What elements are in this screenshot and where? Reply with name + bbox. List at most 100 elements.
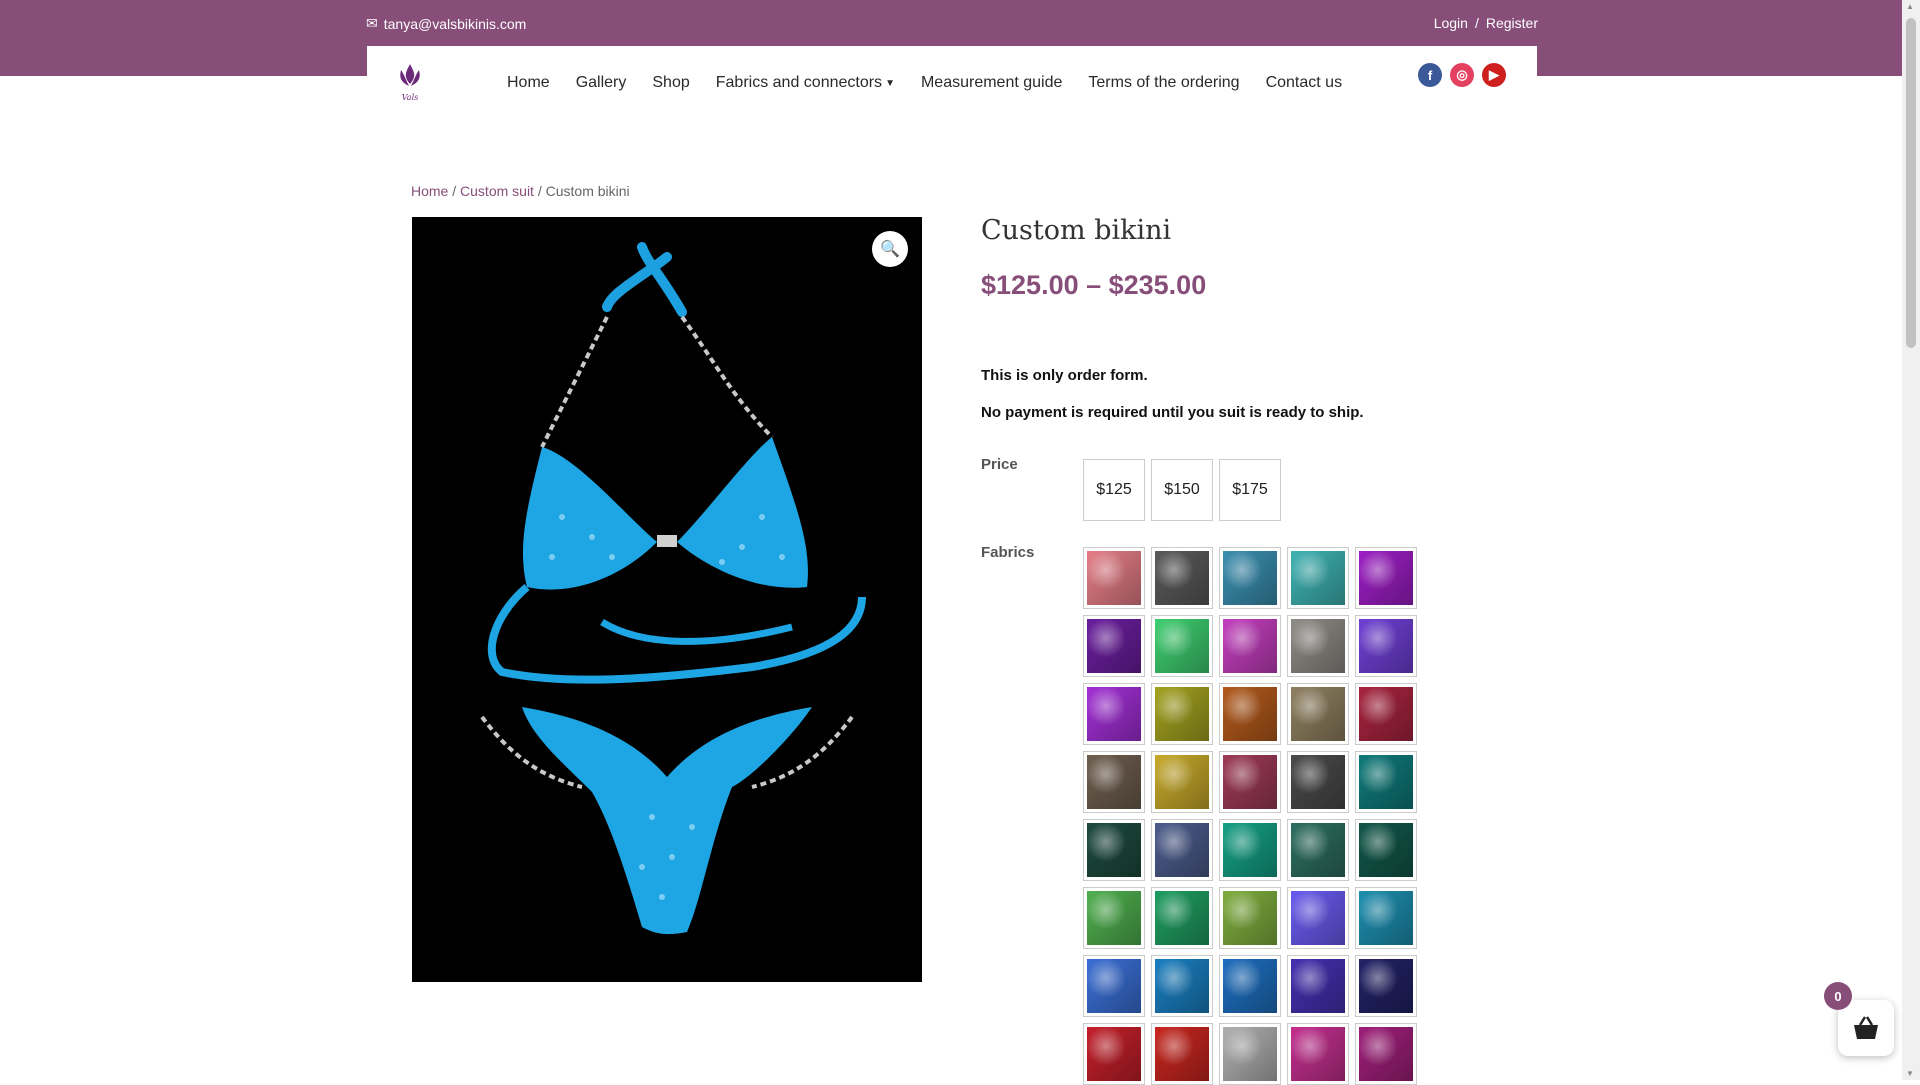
- fabric-sample: [1291, 959, 1345, 1013]
- fabric-swatch[interactable]: [1287, 751, 1349, 813]
- nav-gallery[interactable]: Gallery: [576, 74, 627, 92]
- fabric-sample: [1223, 959, 1277, 1013]
- fabric-sample: [1359, 959, 1413, 1013]
- nav-fabrics[interactable]: Fabrics and connectors ▼: [716, 74, 895, 92]
- fabric-sample: [1087, 551, 1141, 605]
- brand-logo[interactable]: Vals: [391, 62, 429, 106]
- order-note-2: No payment is required until you suit is…: [981, 404, 1364, 421]
- nav-terms[interactable]: Terms of the ordering: [1088, 74, 1239, 92]
- fabric-swatch[interactable]: [1151, 887, 1213, 949]
- fabric-sample: [1155, 687, 1209, 741]
- fabric-sample: [1087, 687, 1141, 741]
- mail-icon: ✉: [366, 15, 378, 31]
- social-links: f ◎ ▶: [1418, 63, 1506, 87]
- email-text: tanya@valsbikinis.com: [383, 15, 527, 32]
- fabric-swatch[interactable]: [1287, 615, 1349, 677]
- cart-button[interactable]: 0: [1824, 982, 1894, 1056]
- fabric-sample: [1291, 619, 1345, 673]
- fabric-sample: [1291, 891, 1345, 945]
- price-option-150[interactable]: $150: [1151, 459, 1213, 521]
- price-option-125[interactable]: $125: [1083, 459, 1145, 521]
- register-link[interactable]: Register: [1486, 15, 1538, 31]
- nav-contact[interactable]: Contact us: [1266, 74, 1342, 92]
- fabric-swatch[interactable]: [1151, 1023, 1213, 1085]
- scroll-up-icon[interactable]: ▲: [1906, 2, 1914, 11]
- fabric-swatch[interactable]: [1151, 955, 1213, 1017]
- facebook-icon[interactable]: f: [1418, 63, 1442, 87]
- breadcrumb: Home / Custom suit / Custom bikini: [411, 183, 630, 199]
- fabric-swatch[interactable]: [1083, 819, 1145, 881]
- fabric-swatch[interactable]: [1151, 547, 1213, 609]
- fabric-swatch[interactable]: [1151, 819, 1213, 881]
- fabrics-label: Fabrics: [981, 544, 1035, 561]
- email-contact[interactable]: ✉ tanya@valsbikinis.com: [366, 15, 526, 32]
- fabric-swatch[interactable]: [1355, 751, 1417, 813]
- fabric-swatch[interactable]: [1219, 683, 1281, 745]
- nav-home[interactable]: Home: [507, 74, 550, 92]
- fabric-swatch[interactable]: [1355, 887, 1417, 949]
- scroll-down-icon[interactable]: ▼: [1906, 1069, 1914, 1078]
- fabric-swatch[interactable]: [1083, 751, 1145, 813]
- fabric-sample: [1291, 755, 1345, 809]
- fabric-swatch[interactable]: [1219, 819, 1281, 881]
- fabric-swatch[interactable]: [1151, 615, 1213, 677]
- fabric-sample: [1223, 823, 1277, 877]
- fabric-swatch[interactable]: [1219, 615, 1281, 677]
- fabric-swatch[interactable]: [1287, 819, 1349, 881]
- fabric-swatch[interactable]: [1287, 955, 1349, 1017]
- fabric-swatch[interactable]: [1355, 1023, 1417, 1085]
- scrollbar-thumb[interactable]: [1906, 18, 1916, 348]
- price-options: $125 $150 $175: [1083, 459, 1281, 521]
- fabric-sample: [1155, 1027, 1209, 1081]
- scrollbar[interactable]: ▲ ▼: [1902, 0, 1920, 1080]
- login-link[interactable]: Login: [1434, 15, 1468, 31]
- fabric-sample: [1291, 687, 1345, 741]
- fabric-swatch[interactable]: [1083, 1023, 1145, 1085]
- nav-shop[interactable]: Shop: [652, 74, 689, 92]
- fabric-sample: [1155, 755, 1209, 809]
- fabric-swatch[interactable]: [1287, 1023, 1349, 1085]
- fabric-swatch[interactable]: [1219, 547, 1281, 609]
- fabric-sample: [1359, 891, 1413, 945]
- breadcrumb-category[interactable]: Custom suit: [460, 183, 534, 199]
- fabric-swatch[interactable]: [1287, 887, 1349, 949]
- fabric-sample: [1223, 755, 1277, 809]
- price-range: $125.00 – $235.00: [981, 270, 1207, 300]
- fabric-swatch[interactable]: [1151, 683, 1213, 745]
- fabric-sample: [1359, 1027, 1413, 1081]
- fabric-swatch[interactable]: [1083, 955, 1145, 1017]
- main-nav: Home Gallery Shop Fabrics and connectors…: [507, 74, 1342, 92]
- fabric-sample: [1155, 891, 1209, 945]
- instagram-icon[interactable]: ◎: [1450, 63, 1474, 87]
- youtube-icon[interactable]: ▶: [1482, 63, 1506, 87]
- zoom-button[interactable]: 🔍: [872, 231, 908, 267]
- fabric-swatch[interactable]: [1355, 547, 1417, 609]
- fabric-swatch[interactable]: [1083, 615, 1145, 677]
- fabric-swatch[interactable]: [1355, 615, 1417, 677]
- product-image[interactable]: 🔍: [412, 217, 922, 982]
- fabric-swatch[interactable]: [1355, 819, 1417, 881]
- breadcrumb-current: Custom bikini: [545, 183, 630, 199]
- fabric-swatch[interactable]: [1151, 751, 1213, 813]
- fabric-sample: [1223, 891, 1277, 945]
- cart-count-badge: 0: [1824, 982, 1852, 1010]
- fabric-swatch[interactable]: [1083, 683, 1145, 745]
- fabric-swatch[interactable]: [1287, 683, 1349, 745]
- fabric-swatch[interactable]: [1355, 683, 1417, 745]
- svg-text:Vals: Vals: [402, 93, 418, 102]
- fabric-sample: [1155, 551, 1209, 605]
- fabric-swatch[interactable]: [1219, 955, 1281, 1017]
- basket-icon: [1854, 1016, 1878, 1039]
- nav-measurement-guide[interactable]: Measurement guide: [921, 74, 1062, 92]
- breadcrumb-home[interactable]: Home: [411, 183, 448, 199]
- fabric-swatch[interactable]: [1083, 887, 1145, 949]
- fabric-swatch[interactable]: [1219, 751, 1281, 813]
- fabric-swatch[interactable]: [1219, 887, 1281, 949]
- fabric-swatch[interactable]: [1287, 547, 1349, 609]
- fabric-swatch[interactable]: [1219, 1023, 1281, 1085]
- fabric-swatch[interactable]: [1083, 547, 1145, 609]
- fabric-sample: [1155, 619, 1209, 673]
- fabric-swatch[interactable]: [1355, 955, 1417, 1017]
- fabric-sample: [1223, 551, 1277, 605]
- price-option-175[interactable]: $175: [1219, 459, 1281, 521]
